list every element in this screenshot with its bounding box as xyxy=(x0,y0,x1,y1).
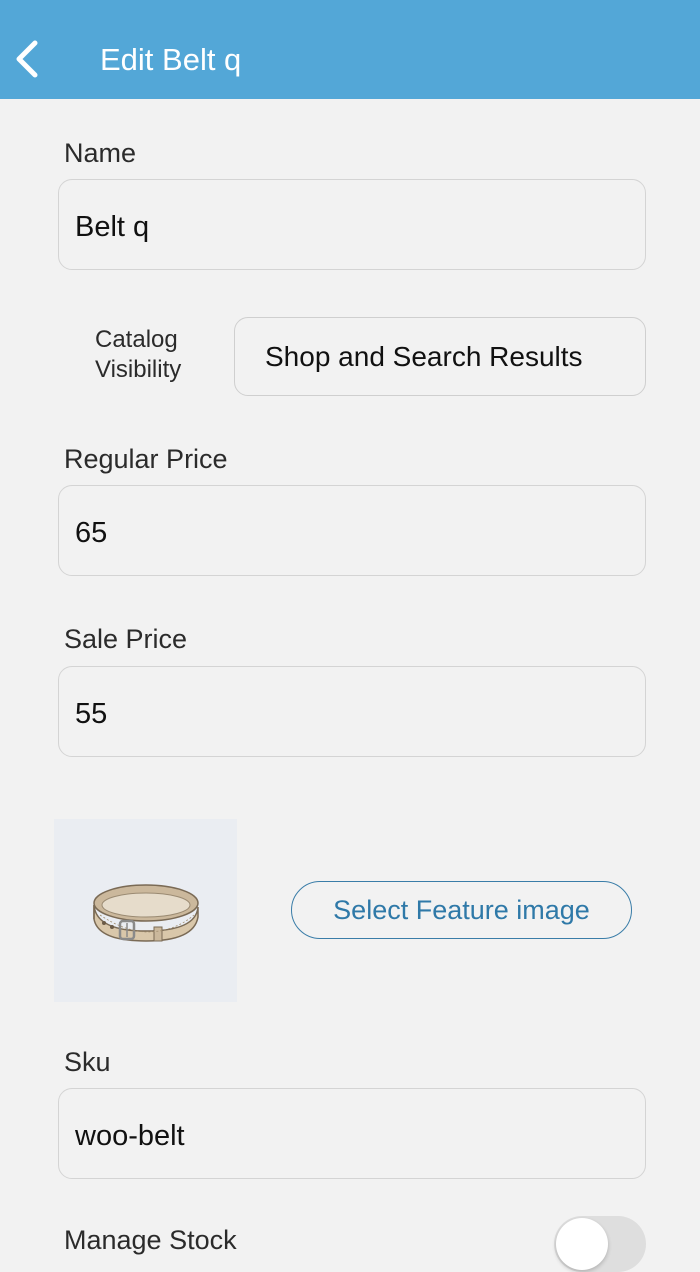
catalog-visibility-label-line2: Visibility xyxy=(95,356,182,383)
app-header: Edit Belt q xyxy=(0,0,700,99)
catalog-visibility-label-line1: Catalog xyxy=(95,326,178,353)
sale-price-field[interactable]: 55 xyxy=(58,666,646,757)
name-value: Belt q xyxy=(75,211,150,243)
toggle-knob xyxy=(556,1218,608,1270)
manage-stock-toggle[interactable] xyxy=(554,1216,646,1272)
sku-value: woo-belt xyxy=(75,1120,185,1152)
belt-image xyxy=(93,884,199,942)
regular-price-value: 65 xyxy=(75,517,108,549)
sale-price-label: Sale Price xyxy=(64,624,188,654)
sale-price-value: 55 xyxy=(75,698,108,730)
sku-field[interactable]: woo-belt xyxy=(58,1088,646,1179)
regular-price-label: Regular Price xyxy=(64,444,228,474)
name-label: Name xyxy=(64,138,137,168)
catalog-visibility-select[interactable]: Shop and Search Results xyxy=(234,317,646,396)
chevron-left-icon xyxy=(16,40,38,78)
page-title: Edit Belt q xyxy=(100,42,242,77)
regular-price-field[interactable]: 65 xyxy=(58,485,646,576)
back-button[interactable] xyxy=(8,36,48,82)
name-field[interactable]: Belt q xyxy=(58,179,646,270)
feature-image-thumbnail[interactable] xyxy=(54,819,237,1002)
manage-stock-label: Manage Stock xyxy=(64,1225,237,1255)
catalog-visibility-value: Shop and Search Results xyxy=(265,341,583,372)
select-feature-image-button[interactable]: Select Feature image xyxy=(291,881,632,939)
sku-label: Sku xyxy=(64,1047,111,1077)
catalog-visibility-label: Catalog Visibility xyxy=(95,325,181,385)
